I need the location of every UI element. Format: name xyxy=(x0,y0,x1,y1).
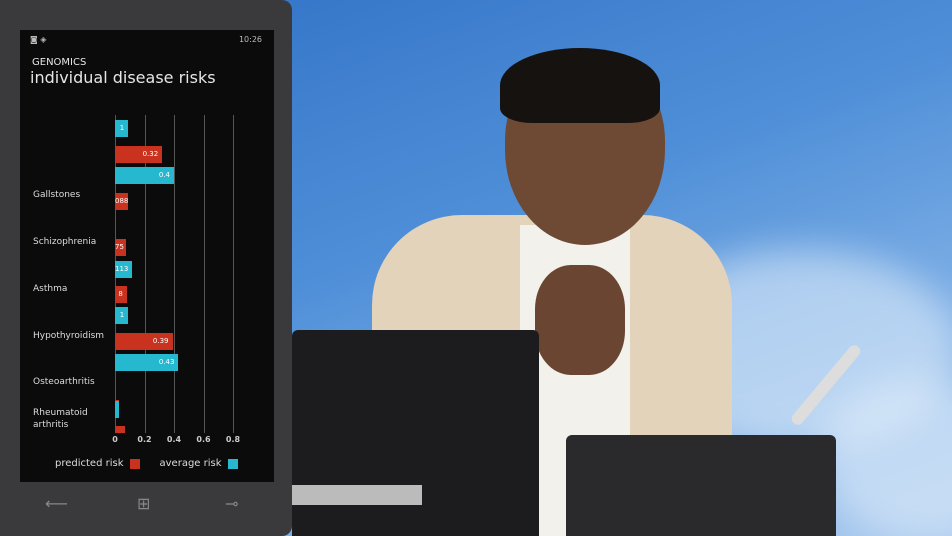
predicted-risk-bar xyxy=(115,426,126,433)
search-icon[interactable]: ⊸ xyxy=(225,494,238,513)
average-risk-bar: 0.43 xyxy=(115,354,179,371)
gridline xyxy=(203,115,205,433)
predicted-risk-bar: 0.39 xyxy=(115,333,173,350)
monitor-stand xyxy=(292,485,422,505)
predicted-risk-bar: 8 xyxy=(115,286,127,303)
category-label: Osteoarthritis xyxy=(33,377,95,387)
average-risk-bar: 1 xyxy=(115,307,129,324)
x-tick-label: 0.2 xyxy=(137,435,152,444)
chart-legend: predicted risk average risk xyxy=(55,458,238,469)
category-label: Asthma xyxy=(33,284,68,294)
predicted-risk-bar: 75 xyxy=(115,239,127,256)
x-tick-label: 0 xyxy=(112,435,118,444)
monitor xyxy=(292,330,539,536)
laptop xyxy=(566,435,836,536)
category-label: Hypothyroidism xyxy=(33,331,105,341)
page-title: individual disease risks xyxy=(30,68,216,87)
presenter-hand xyxy=(535,265,625,375)
gridline xyxy=(174,115,175,433)
presenter-hair xyxy=(500,48,660,123)
x-tick-label: 0.6 xyxy=(196,435,211,444)
phone-screen: ◙ ◈ 10:26 GENOMICS individual disease ri… xyxy=(20,30,274,482)
average-risk-bar xyxy=(115,401,120,418)
back-arrow-icon[interactable]: ⟵ xyxy=(45,494,68,513)
predicted-risk-bar: 0.32 xyxy=(115,146,163,163)
app-category: GENOMICS xyxy=(32,57,87,68)
category-label: Rheumatoid arthritis xyxy=(33,408,88,430)
average-risk-bar: 113 xyxy=(115,261,132,278)
category-label: Gallstones xyxy=(33,190,81,200)
average-risk-bar: 0.4 xyxy=(115,167,174,184)
phone-nav-bar: ⟵ ⊞ ⊸ xyxy=(20,490,274,522)
category-label: Schizophrenia xyxy=(33,237,97,247)
gridline xyxy=(233,115,234,433)
legend-average-swatch xyxy=(227,458,238,469)
legend-predicted-label: predicted risk xyxy=(55,458,124,469)
chart-plot[interactable]: 0.32 088 75 8 0.39 1 0.4 113 1 0.43 Gallstones Schi… xyxy=(20,115,274,433)
x-tick-label: 0.8 xyxy=(225,435,241,444)
phone-frame: ◙ ◈ 10:26 GENOMICS individual disease ri… xyxy=(0,0,292,536)
average-risk-bar: 1 xyxy=(115,120,129,137)
status-time: 10:26 xyxy=(238,35,262,44)
x-tick-label: 0.4 xyxy=(166,435,182,444)
windows-logo-icon[interactable]: ⊞ xyxy=(137,494,150,513)
legend-average-label: average risk xyxy=(159,458,222,469)
predicted-risk-bar: 088 xyxy=(115,193,128,210)
legend-predicted-swatch xyxy=(129,458,140,469)
notification-icon: ◙ ◈ xyxy=(30,35,47,44)
